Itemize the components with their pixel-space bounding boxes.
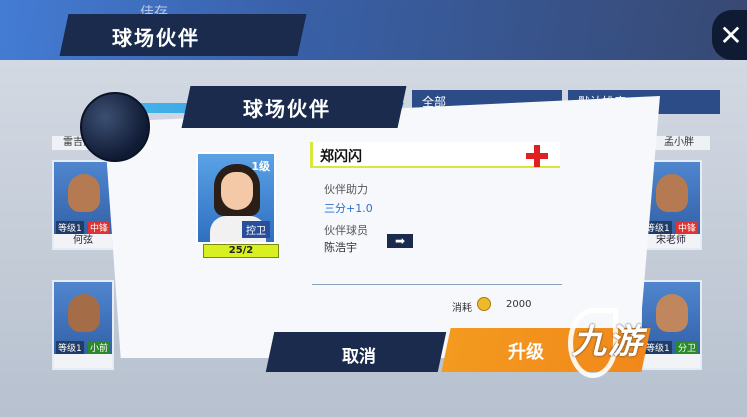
upgrade-progress: 25/2 [203, 244, 279, 258]
cancel-button-label: 取消 [342, 347, 376, 367]
portrait-face [221, 172, 253, 210]
assist-value: 三分+1.0 [324, 202, 373, 215]
avatar [656, 174, 688, 212]
card-level: 等级1 [644, 341, 672, 354]
brand-logo: 九游 [572, 322, 644, 362]
partner-portrait: 1级 控卫 [196, 152, 276, 244]
divider [312, 284, 562, 285]
assist-label: 伙伴助力 [324, 183, 368, 196]
upgrade-button-label: 升级 [508, 342, 544, 363]
partner-card[interactable]: 等级1 分卫 [640, 280, 702, 370]
arrow-right-icon[interactable]: ➡ [387, 234, 413, 248]
coin-icon [477, 297, 491, 311]
avatar [656, 294, 688, 332]
card-name [54, 354, 112, 368]
card-name-top-right: 孟小胖 [648, 136, 710, 150]
avatar [68, 174, 100, 212]
bg-page-title: 球场伙伴 [112, 26, 200, 50]
partner-card[interactable]: 等级1 中锋 何弦 [52, 160, 114, 250]
red-cross-icon [526, 145, 548, 167]
card-position: 中锋 [87, 221, 110, 234]
portrait-position: 控卫 [242, 221, 270, 238]
avatar [68, 294, 100, 332]
card-level: 等级1 [56, 341, 84, 354]
card-position: 中锋 [675, 221, 698, 234]
partner-player-value: 陈浩宇 [324, 241, 357, 254]
cost-label: 消耗 [452, 303, 472, 314]
cost-value: 2000 [506, 299, 532, 310]
card-name: 宋老师 [642, 234, 700, 248]
portrait-level: 1级 [251, 160, 270, 173]
partner-name: 郑闪闪 [320, 149, 362, 165]
close-icon[interactable]: ✕ [712, 10, 747, 60]
partner-player-label: 伙伴球员 [324, 224, 368, 237]
dialog-title: 球场伙伴 [243, 97, 331, 121]
card-name [642, 354, 700, 368]
partner-card[interactable]: 等级1 小前 [52, 280, 114, 370]
card-position: 小前 [87, 341, 110, 354]
card-level: 等级1 [56, 221, 84, 234]
basketball-icon [80, 92, 150, 162]
card-position: 分卫 [675, 341, 698, 354]
card-name: 何弦 [54, 234, 112, 248]
